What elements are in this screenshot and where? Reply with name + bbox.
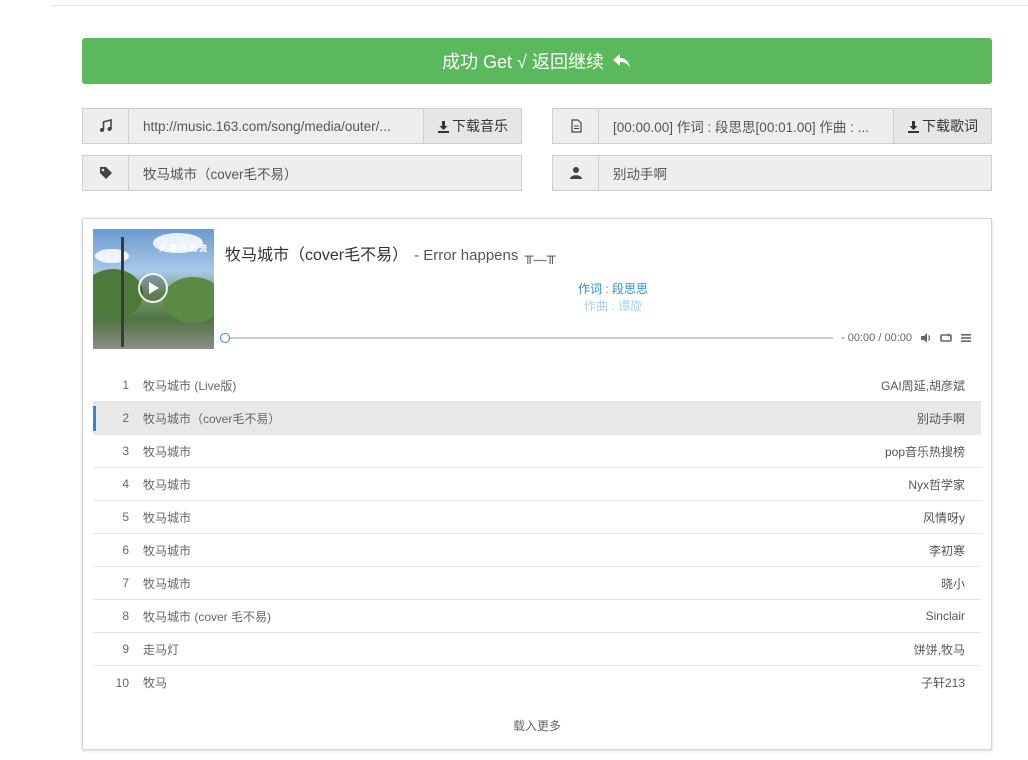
album-cover: 大猫向北流 — [93, 229, 214, 349]
lyric-current-line: 作词 : 段思思 — [577, 282, 648, 296]
lyric-next-line: 作曲 : 谭旋 — [583, 299, 642, 313]
music-url-field: http://music.163.com/song/media/outer/..… — [82, 108, 522, 144]
title-addon — [83, 156, 129, 190]
download-music-label: 下载音乐 — [452, 118, 508, 134]
artist-field: 别动手啊 — [552, 155, 992, 191]
tag-icon — [99, 167, 112, 179]
track-number: 9 — [122, 642, 129, 656]
track-artist: 别动手啊 — [916, 411, 965, 426]
play-button[interactable] — [138, 273, 168, 303]
lyrics-addon — [553, 109, 599, 143]
track-number: 8 — [122, 609, 129, 623]
track-number: 7 — [122, 576, 129, 590]
time-display: - 00:00 / 00:00 — [841, 332, 912, 344]
download-lyrics-label: 下载歌词 — [922, 118, 978, 134]
progress-bar[interactable] — [220, 333, 834, 343]
track-number: 4 — [122, 477, 129, 491]
crying-emoticon: ╥﹏╥ — [524, 248, 556, 263]
track-name: 牧马城市 — [143, 543, 192, 558]
reply-arrow-icon — [612, 54, 630, 68]
music-addon — [83, 109, 129, 143]
lyrics-value[interactable]: [00:00.00] 作词 : 段思思[00:01.00] 作曲 : ... — [599, 109, 893, 143]
track-artist: 晓小 — [940, 576, 965, 591]
top-divider — [52, 5, 1028, 6]
music-note-icon — [99, 119, 112, 132]
playlist-row[interactable]: 7 牧马城市 晓小 — [93, 567, 981, 600]
track-artist: Sinclair — [925, 609, 965, 623]
menu-icon — [961, 334, 971, 342]
song-title-field: 牧马城市（cover毛不易） — [82, 155, 522, 191]
playlist-row[interactable]: 9 走马灯 饼饼,牧马 — [93, 633, 981, 666]
playback-controls: - 00:00 / 00:00 — [220, 331, 972, 345]
track-artist: 饼饼,牧马 — [913, 642, 965, 657]
progress-thumb[interactable] — [220, 333, 230, 343]
playlist-toggle-button[interactable] — [960, 332, 972, 344]
file-text-icon — [570, 119, 582, 133]
track-name: 牧马城市 — [143, 576, 192, 591]
playlist: 1 牧马城市 (Live版) GAI周延,胡彦斌 2 牧马城市（cover毛不易） 别动手… — [93, 369, 981, 699]
download-lyrics-button[interactable]: 下载歌词 — [893, 109, 991, 143]
artist-value[interactable]: 别动手啊 — [599, 156, 991, 190]
load-more-button[interactable]: 载入更多 — [83, 717, 991, 734]
track-name: 牧马城市（cover毛不易） — [143, 411, 281, 426]
track-number: 3 — [122, 444, 129, 458]
track-name: 牧马城市 (cover 毛不易) — [143, 609, 272, 624]
playlist-row[interactable]: 8 牧马城市 (cover 毛不易) Sinclair — [93, 600, 981, 633]
track-name: 走马灯 — [143, 642, 180, 657]
playlist-row[interactable]: 5 牧马城市 风情呀y — [93, 501, 981, 534]
download-music-button[interactable]: 下载音乐 — [423, 109, 521, 143]
song-title-value[interactable]: 牧马城市（cover毛不易） — [129, 156, 521, 190]
playlist-row[interactable]: 3 牧马城市 pop音乐热搜榜 — [93, 435, 981, 468]
now-playing-subtitle: - Error happens — [414, 247, 519, 264]
now-playing-header: 牧马城市（cover毛不易） - Error happens ╥﹏╥ — [225, 241, 556, 265]
success-return-button[interactable]: 成功 Get √ 返回继续 — [82, 38, 992, 84]
track-artist: 风情呀y — [922, 510, 965, 525]
playlist-row[interactable]: 6 牧马城市 李初寒 — [93, 534, 981, 567]
artist-addon — [553, 156, 599, 190]
track-number: 6 — [122, 543, 129, 557]
playlist-row[interactable]: 10 牧马 子轩213 — [93, 666, 981, 699]
loop-button[interactable] — [940, 332, 952, 344]
playlist-row[interactable]: 4 牧马城市 Nyx哲学家 — [93, 468, 981, 501]
track-name: 牧马城市 (Live版) — [143, 378, 237, 393]
track-artist: Nyx哲学家 — [908, 477, 965, 492]
music-player: 大猫向北流 牧马城市（cover毛不易） - Error happens ╥﹏╥… — [82, 218, 992, 750]
cover-text: 大猫向北流 — [159, 244, 209, 253]
lyrics-field: [00:00.00] 作词 : 段思思[00:01.00] 作曲 : ... 下… — [552, 108, 992, 144]
volume-button[interactable] — [920, 332, 932, 344]
success-label: 成功 Get √ 返回继续 — [442, 52, 604, 72]
track-name: 牧马城市 — [143, 444, 192, 459]
playlist-row[interactable]: 1 牧马城市 (Live版) GAI周延,胡彦斌 — [93, 369, 981, 402]
music-url-value[interactable]: http://music.163.com/song/media/outer/..… — [129, 109, 423, 143]
play-icon — [149, 282, 159, 294]
download-icon — [908, 120, 919, 133]
track-artist: pop音乐热搜榜 — [884, 444, 965, 459]
track-artist: GAI周延,胡彦斌 — [880, 378, 965, 393]
track-name: 牧马城市 — [143, 477, 192, 492]
track-number: 1 — [122, 378, 129, 392]
loop-icon — [940, 333, 952, 342]
track-number: 10 — [115, 675, 129, 690]
track-number: 5 — [122, 510, 129, 524]
track-artist: 李初寒 — [928, 543, 965, 558]
volume-icon — [921, 333, 931, 343]
now-playing-title: 牧马城市（cover毛不易） — [225, 247, 409, 264]
track-number: 2 — [122, 411, 129, 425]
track-artist: 子轩213 — [920, 676, 965, 690]
playlist-row[interactable]: 2 牧马城市（cover毛不易） 别动手啊 — [93, 402, 981, 435]
track-name: 牧马城市 — [143, 510, 192, 525]
user-icon — [569, 167, 582, 179]
download-icon — [438, 120, 449, 133]
track-name: 牧马 — [143, 676, 168, 690]
